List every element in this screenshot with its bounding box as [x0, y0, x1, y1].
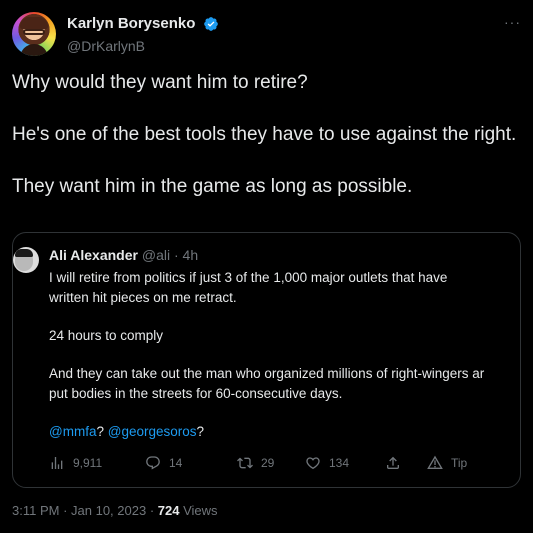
author-avatar[interactable] [12, 12, 56, 56]
quoted-handle[interactable]: @ali [142, 247, 170, 263]
quoted-line: put bodies in the streets for 60-consecu… [49, 386, 343, 401]
tip-button[interactable]: Tip [427, 455, 467, 471]
footer-separator: · [59, 503, 72, 518]
avatar-hair [20, 17, 48, 29]
mention-link[interactable]: @mmfa [49, 424, 96, 439]
tip-label: Tip [451, 456, 468, 470]
avatar-body [20, 44, 48, 56]
analytics-icon [51, 457, 63, 469]
author-handle[interactable]: @DrKarlynB [67, 38, 219, 54]
like-button[interactable]: 134 [305, 455, 349, 471]
tip-icon [427, 455, 443, 469]
like-count: 134 [329, 456, 350, 470]
quoted-time[interactable]: 4h [183, 247, 199, 263]
share-icon [387, 456, 399, 469]
share-button[interactable] [385, 455, 409, 471]
views-count: 9,911 [73, 456, 103, 470]
quoted-line: 24 hours to comply [49, 328, 164, 343]
quoted-line: written hit pieces on me retract. [49, 290, 237, 305]
reply-count: 14 [169, 456, 183, 470]
tweet-paragraph: Why would they want him to retire? [12, 72, 308, 93]
tweet-footer: 3:11 PM · Jan 10, 2023 · 724 Views [12, 503, 218, 518]
tweet-paragraph: He's one of the best tools they have to … [12, 124, 517, 145]
avatar-hair [15, 249, 33, 257]
author-display-name[interactable]: Karlyn Borysenko [67, 15, 195, 32]
quoted-paragraph: 24 hours to comply [49, 326, 519, 346]
retweet-button[interactable]: 29 [237, 455, 274, 471]
mention-separator: ? [96, 424, 108, 439]
tweet-header: Karlyn Borysenko @DrKarlynB ··· [12, 12, 521, 58]
quoted-header: Ali Alexander @ali · 4h [49, 247, 198, 263]
tweet-paragraph: They want him in the game as long as pos… [12, 176, 413, 197]
quoted-paragraph: And they can take out the man who organi… [49, 364, 519, 404]
tweet-time[interactable]: 3:11 PM [12, 503, 59, 518]
quoted-line: I will retire from politics if just 3 of… [49, 270, 448, 285]
views-label: Views [179, 503, 218, 518]
verified-badge-icon [204, 16, 218, 31]
quoted-line: And they can take out the man who organi… [49, 366, 485, 381]
tweet-date[interactable]: Jan 10, 2023 [71, 503, 146, 518]
mention-link[interactable]: @georgesoros [108, 424, 197, 439]
views-button[interactable]: 9,911 [49, 455, 102, 471]
views-count[interactable]: 724 [158, 503, 180, 518]
quoted-tweet[interactable]: Ali Alexander @ali · 4h I will retire fr… [12, 232, 521, 488]
quoted-action-bar: 9,911 14 29 134 Tip [49, 455, 509, 475]
reply-icon [146, 456, 160, 470]
heart-icon [306, 457, 320, 470]
footer-separator: · [146, 503, 158, 518]
quoted-display-name[interactable]: Ali Alexander [49, 247, 138, 263]
quoted-separator: · [173, 247, 179, 263]
quoted-text: I will retire from politics if just 3 of… [49, 268, 519, 442]
quoted-paragraph: I will retire from politics if just 3 of… [49, 268, 519, 308]
quoted-paragraph: @mmfa? @georgesoros? [49, 422, 519, 442]
author-name-block: Karlyn Borysenko @DrKarlynB [67, 15, 219, 54]
retweet-icon [237, 457, 253, 469]
mention-end: ? [196, 424, 205, 439]
more-options-icon[interactable]: ··· [504, 14, 521, 30]
avatar-glasses [23, 29, 45, 35]
tweet-text: Why would they want him to retire? He's … [12, 70, 521, 200]
quoted-author-avatar[interactable] [13, 247, 39, 273]
reply-button[interactable]: 14 [145, 455, 182, 471]
retweet-count: 29 [261, 456, 275, 470]
